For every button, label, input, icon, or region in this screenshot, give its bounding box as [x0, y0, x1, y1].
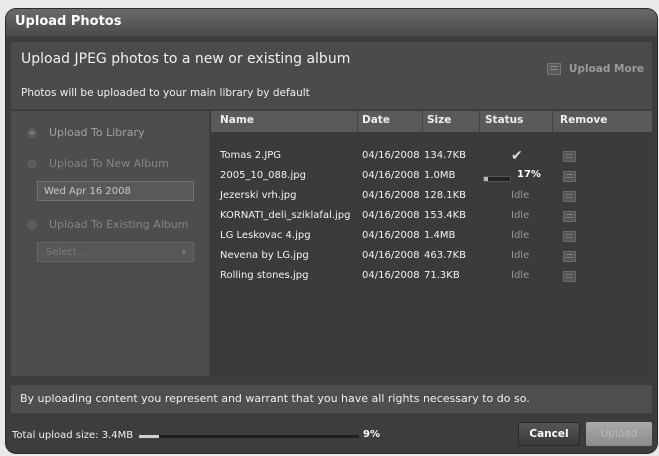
upload-button[interactable]: Upload [586, 422, 652, 446]
total-progress-fill [139, 435, 159, 438]
dialog-footer: Total upload size: 3.4MB 9% Cancel Uploa… [6, 417, 657, 453]
column-header-name[interactable]: Name [220, 114, 254, 126]
file-progress-percent: 17% [517, 169, 541, 180]
destination-panel: Upload To Library Upload To New Album We… [11, 111, 209, 376]
file-date: 04/16/2008 [362, 250, 420, 261]
table-row[interactable]: Rolling stones.jpg 04/16/2008 71.3KB Idl… [211, 267, 652, 287]
file-name: LG Leskovac 4.jpg [220, 230, 311, 241]
upload-more-label: Upload More [568, 63, 644, 75]
remove-icon[interactable] [563, 171, 576, 182]
upload-photos-dialog: Upload Photos Upload JPEG photos to a ne… [6, 9, 657, 453]
file-size: 153.4KB [424, 210, 467, 221]
column-divider [422, 111, 423, 132]
table-row[interactable]: Jezerski vrh.jpg 04/16/2008 128.1KB Idle [211, 187, 652, 207]
file-size: 71.3KB [424, 270, 460, 281]
remove-icon[interactable] [563, 191, 576, 202]
file-date: 04/16/2008 [362, 230, 420, 241]
radio-upload-to-library[interactable] [27, 128, 37, 138]
file-date: 04/16/2008 [362, 190, 420, 201]
file-size: 134.7KB [424, 150, 467, 161]
table-row[interactable]: KORNATI_deli_sziklafal.jpg 04/16/2008 15… [211, 207, 652, 227]
column-header-date[interactable]: Date [362, 114, 390, 126]
terms-notice: By uploading content you represent and w… [11, 385, 652, 413]
file-status: Idle [511, 230, 530, 241]
file-date: 04/16/2008 [362, 150, 420, 161]
column-header-size[interactable]: Size [427, 114, 451, 126]
file-table: Name Date Size Status Remove Tomas 2.JPG… [211, 111, 652, 376]
upload-more-icon [546, 63, 561, 75]
cancel-button[interactable]: Cancel [518, 422, 580, 446]
table-row[interactable]: Nevena by LG.jpg 04/16/2008 463.7KB Idle [211, 247, 652, 267]
upload-to-new-album-label[interactable]: Upload To New Album [49, 157, 169, 170]
column-divider [479, 111, 480, 132]
file-size: 1.0MB [424, 170, 456, 181]
file-name: KORNATI_deli_sziklafal.jpg [220, 210, 351, 221]
table-header: Name Date Size Status Remove [211, 111, 652, 132]
file-progress-bar [483, 176, 511, 182]
dialog-title: Upload Photos [15, 14, 122, 29]
file-size: 1.4MB [424, 230, 456, 241]
file-progress-fill [484, 177, 489, 181]
file-name: 2005_10_088.jpg [220, 170, 306, 181]
header-heading: Upload JPEG photos to a new or existing … [21, 51, 351, 67]
file-size: 463.7KB [424, 250, 467, 261]
file-name: Nevena by LG.jpg [220, 250, 309, 261]
total-upload-size: Total upload size: 3.4MB [12, 430, 134, 441]
column-divider [552, 111, 553, 132]
file-name: Jezerski vrh.jpg [220, 190, 297, 201]
existing-album-select-value: Select... [46, 247, 87, 258]
column-divider [357, 111, 358, 132]
total-progress-bar [139, 435, 359, 438]
new-album-name-input[interactable]: Wed Apr 16 2008 [37, 181, 194, 201]
checkmark-icon: ✔ [511, 148, 523, 164]
radio-upload-to-existing-album[interactable] [27, 220, 37, 230]
radio-upload-to-new-album[interactable] [27, 159, 37, 169]
dialog-header: Upload JPEG photos to a new or existing … [11, 42, 652, 109]
table-row[interactable]: LG Leskovac 4.jpg 04/16/2008 1.4MB Idle [211, 227, 652, 247]
remove-icon[interactable] [563, 231, 576, 242]
file-date: 04/16/2008 [362, 210, 420, 221]
upload-more-button[interactable]: Upload More [546, 63, 644, 75]
file-name: Rolling stones.jpg [220, 270, 309, 281]
file-status: Idle [511, 210, 530, 221]
remove-icon[interactable] [563, 151, 576, 162]
column-header-remove[interactable]: Remove [560, 114, 607, 126]
file-status: Idle [511, 190, 530, 201]
file-size: 128.1KB [424, 190, 467, 201]
remove-icon[interactable] [563, 271, 576, 282]
remove-icon[interactable] [563, 251, 576, 262]
chevron-down-icon: ▾ [181, 248, 186, 258]
upload-to-library-label[interactable]: Upload To Library [49, 126, 145, 139]
file-date: 04/16/2008 [362, 270, 420, 281]
remove-icon[interactable] [563, 211, 576, 222]
table-row[interactable]: 2005_10_088.jpg 04/16/2008 1.0MB 17% [211, 167, 652, 187]
dialog-titlebar: Upload Photos [6, 9, 657, 36]
total-progress-percent: 9% [363, 429, 380, 440]
file-status: Idle [511, 270, 530, 281]
table-row[interactable]: Tomas 2.JPG 04/16/2008 134.7KB ✔ [211, 147, 652, 167]
header-subheading: Photos will be uploaded to your main lib… [21, 87, 310, 99]
file-name: Tomas 2.JPG [220, 150, 282, 161]
upload-to-existing-album-label[interactable]: Upload To Existing Album [49, 218, 188, 231]
terms-text: By uploading content you represent and w… [20, 392, 530, 405]
file-status: Idle [511, 250, 530, 261]
file-date: 04/16/2008 [362, 170, 420, 181]
existing-album-select[interactable]: Select... ▾ [37, 242, 194, 262]
column-header-status[interactable]: Status [485, 114, 523, 126]
